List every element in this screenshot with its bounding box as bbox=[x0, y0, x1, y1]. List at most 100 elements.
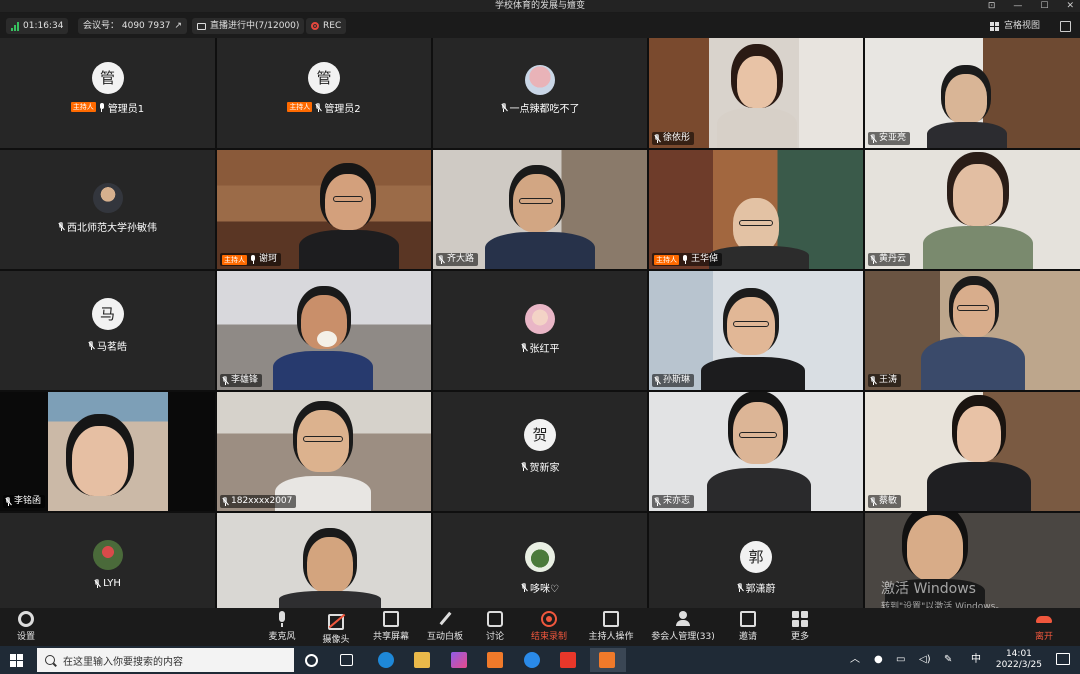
pen-workspace-icon[interactable]: ✎ bbox=[944, 646, 952, 674]
settings-label: 设置 bbox=[16, 632, 35, 642]
close-icon[interactable]: ✕ bbox=[1066, 0, 1074, 12]
participant-label: 安亚亮 bbox=[868, 132, 911, 145]
participant-tile[interactable] bbox=[217, 513, 431, 608]
clock-time: 14:01 bbox=[1005, 649, 1032, 659]
avatar bbox=[525, 303, 555, 334]
participant-label: 主持人 管理员2 bbox=[217, 100, 431, 115]
chat-button[interactable]: 讨论 bbox=[465, 611, 525, 642]
participant-tile[interactable]: 蔡敏 bbox=[865, 392, 1080, 511]
participant-tile[interactable]: LYH bbox=[0, 513, 215, 608]
stop-recording-button[interactable]: 结束录制 bbox=[519, 611, 579, 642]
participant-tile[interactable]: 徐依彤 bbox=[649, 38, 863, 148]
minimize-icon[interactable]: — bbox=[1013, 0, 1022, 12]
cortana-icon[interactable] bbox=[305, 654, 318, 667]
mic-label: 麦克风 bbox=[268, 632, 296, 642]
leave-button[interactable]: 离开 bbox=[1014, 611, 1074, 642]
settings-button[interactable]: 设置 bbox=[0, 611, 56, 642]
participant-tile[interactable]: 哆咪♡ bbox=[433, 513, 647, 608]
participants-button[interactable]: 参会人管理(33) bbox=[647, 611, 719, 642]
wps-office-icon[interactable] bbox=[560, 652, 576, 668]
live-status: 直播进行中(7/12000) bbox=[210, 21, 300, 31]
volume-icon[interactable]: ◁) bbox=[919, 646, 931, 674]
participant-tile[interactable]: 黄丹云 bbox=[865, 150, 1080, 269]
network-icon[interactable]: ▭ bbox=[896, 646, 905, 674]
show-hidden-icons[interactable]: ︿ bbox=[850, 646, 860, 674]
participant-label: 一点辣都吃不了 bbox=[433, 100, 647, 115]
participant-tile[interactable]: 管 主持人 管理员2 bbox=[217, 38, 431, 148]
host-settings-icon bbox=[603, 611, 619, 627]
taskbar-search-input[interactable]: 在这里输入你要搜索的内容 bbox=[37, 648, 294, 672]
participant-tile[interactable]: 李铭函 bbox=[0, 392, 215, 511]
notification-icon[interactable] bbox=[1056, 653, 1070, 665]
signal-duration-chip[interactable]: 01:16:34 bbox=[6, 18, 69, 34]
participant-tile[interactable]: 马 马茗皓 bbox=[0, 271, 215, 390]
meeting-duration: 01:16:34 bbox=[23, 21, 64, 31]
participant-tile[interactable]: 激活 Windows 转到"设置"以激活 Windows。 bbox=[865, 513, 1080, 608]
participant-tile[interactable]: 182xxxx2007 bbox=[217, 392, 431, 511]
grid-icon bbox=[989, 21, 999, 31]
participant-tile[interactable]: 孙斯琳 bbox=[649, 271, 863, 390]
clock-date: 2022/3/25 bbox=[995, 660, 1042, 670]
participant-name: 张红平 bbox=[529, 344, 560, 356]
meeting-id: 会议号： 4090 7937 bbox=[83, 21, 171, 31]
meeting-id-chip[interactable]: 会议号： 4090 7937 ↗ bbox=[78, 18, 188, 34]
participant-label: 王涛 bbox=[868, 374, 902, 387]
participant-name: 一点辣都吃不了 bbox=[509, 103, 580, 115]
participant-name: 王华倬 bbox=[691, 254, 719, 264]
activation-watermark: 激活 Windows 转到"设置"以激活 Windows。 bbox=[881, 578, 1004, 608]
gallery-view-button[interactable]: 宫格视图 bbox=[989, 18, 1040, 34]
participant-tile-speaking[interactable]: 主持人 王华倬 bbox=[649, 150, 863, 269]
edge-browser-icon[interactable] bbox=[378, 652, 394, 668]
mic-muted-icon bbox=[654, 497, 661, 506]
photos-app-icon[interactable] bbox=[451, 652, 467, 668]
participant-tile[interactable]: 宋亦志 bbox=[649, 392, 863, 511]
share-screen-button[interactable]: 共享屏幕 bbox=[361, 611, 421, 642]
gallery-view-label: 宫格视图 bbox=[1003, 21, 1040, 31]
participant-tile[interactable]: 李雄锋 bbox=[217, 271, 431, 390]
participant-tile[interactable]: 一点辣都吃不了 bbox=[433, 38, 647, 148]
mic-muted-icon bbox=[88, 340, 95, 350]
participant-tile[interactable]: 贺 贺新家 bbox=[433, 392, 647, 511]
camera-button[interactable]: 摄像头 bbox=[306, 611, 366, 645]
file-explorer-icon[interactable] bbox=[414, 652, 430, 668]
participant-name: 管理员2 bbox=[324, 103, 361, 115]
meeting-app-active-icon[interactable] bbox=[599, 652, 615, 668]
more-button[interactable]: 更多 bbox=[770, 611, 830, 642]
gear-icon bbox=[18, 611, 34, 627]
system-clock[interactable]: 14:01 2022/3/25 bbox=[996, 649, 1042, 671]
participant-tile[interactable]: 安亚亮 bbox=[865, 38, 1080, 148]
participant-name: 马茗皓 bbox=[97, 341, 127, 353]
task-view-icon[interactable] bbox=[340, 654, 353, 666]
meeting-info-bar: 01:16:34 会议号： 4090 7937 ↗ 直播进行中(7/12000)… bbox=[0, 13, 1080, 38]
input-method-indicator[interactable]: 中 bbox=[971, 646, 981, 674]
invite-button[interactable]: 邀请 bbox=[718, 611, 778, 642]
mic-muted-icon bbox=[521, 582, 528, 592]
maximize-icon[interactable]: ☐ bbox=[1040, 0, 1048, 12]
participant-tile[interactable]: 王涛 bbox=[865, 271, 1080, 390]
avatar bbox=[92, 539, 123, 570]
meeting-app-icon[interactable] bbox=[487, 652, 503, 668]
avatar: 管 bbox=[91, 61, 124, 94]
participant-tile[interactable]: 主持人 谢珂 bbox=[217, 150, 431, 269]
participant-tile[interactable]: 西北师范大学孙敏伟 bbox=[0, 150, 215, 269]
participant-tile[interactable]: 郭 郭潇蔚 bbox=[649, 513, 863, 608]
participant-tile[interactable]: 齐大路 bbox=[433, 150, 647, 269]
tray-mic-icon[interactable]: ● bbox=[874, 646, 883, 674]
participant-tile[interactable]: 张红平 bbox=[433, 271, 647, 390]
app-icon[interactable] bbox=[524, 652, 540, 668]
mic-icon bbox=[250, 255, 256, 264]
more-grid-icon bbox=[792, 611, 808, 627]
live-status-chip[interactable]: 直播进行中(7/12000) bbox=[192, 18, 305, 34]
mic-button[interactable]: 麦克风 bbox=[252, 611, 312, 642]
fullscreen-icon[interactable] bbox=[1060, 21, 1071, 32]
participant-name: 宋亦志 bbox=[663, 496, 691, 506]
participant-label: 宋亦志 bbox=[652, 495, 695, 508]
windows-start-icon[interactable] bbox=[10, 654, 23, 667]
rec-chip[interactable]: REC bbox=[306, 18, 347, 34]
avatar bbox=[525, 541, 555, 572]
pin-icon[interactable]: ⊡ bbox=[988, 0, 996, 12]
participant-tile[interactable]: 管 主持人 管理员1 bbox=[0, 38, 215, 148]
host-operations-button[interactable]: 主持人操作 bbox=[581, 611, 641, 642]
share-link-icon[interactable]: ↗ bbox=[175, 18, 183, 34]
windows-taskbar: 在这里输入你要搜索的内容 ︿ ● ▭ ◁) ✎ 中 14:01 2022/3/2… bbox=[0, 646, 1080, 674]
